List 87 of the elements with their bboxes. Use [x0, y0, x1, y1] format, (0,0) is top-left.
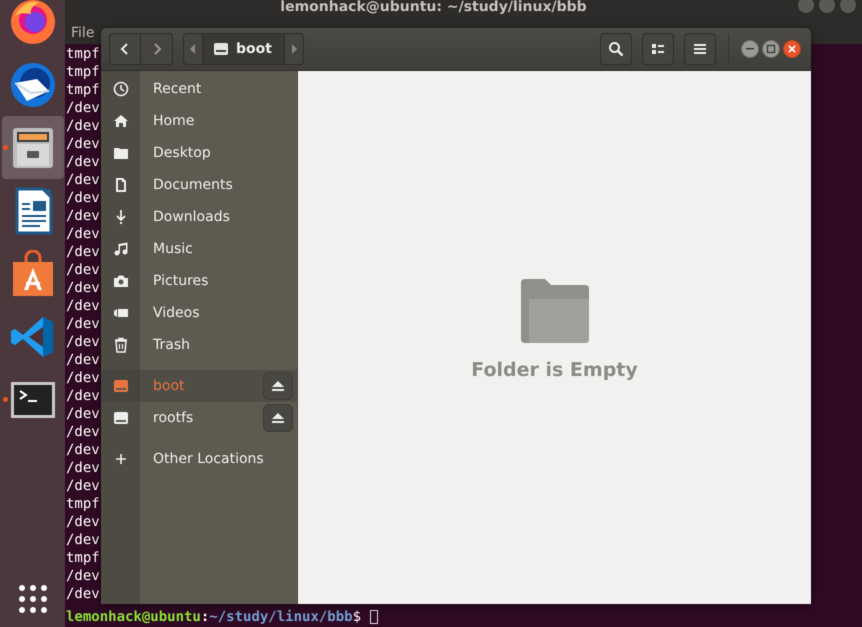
close-icon	[787, 44, 797, 54]
terminal-line: tmpf	[66, 63, 100, 81]
terminal-line: /dev	[66, 333, 100, 351]
triangle-left-icon	[189, 43, 197, 55]
camera-icon	[112, 273, 128, 289]
sidebar-item[interactable]: Other Locations	[101, 443, 297, 475]
terminal-line: /dev	[66, 261, 100, 279]
sidebar-item[interactable]: Music	[101, 233, 297, 265]
eject-icon	[271, 412, 285, 424]
prompt-symbol: $	[352, 608, 362, 626]
sidebar-item[interactable]: Downloads	[101, 201, 297, 233]
terminal-line: /dev	[66, 279, 100, 297]
maximize-button[interactable]	[762, 40, 780, 58]
eject-button[interactable]	[263, 404, 293, 432]
terminal-line: /dev	[66, 567, 100, 585]
window-title: lemonhack@ubuntu: ~/study/linux/bbb	[280, 0, 587, 14]
search-icon	[608, 41, 624, 57]
folder-icon	[112, 145, 128, 161]
drive-icon	[112, 410, 128, 426]
prompt-user: lemonhack@ubuntu	[66, 608, 201, 626]
terminal-line: /dev	[66, 243, 100, 261]
terminal-line: /dev	[66, 153, 100, 171]
terminal-line: /dev	[66, 207, 100, 225]
terminal-line: /dev	[66, 477, 100, 495]
path-button[interactable]: boot	[203, 33, 284, 65]
sidebar-item[interactable]: Videos	[101, 297, 297, 329]
terminal-line: /dev	[66, 387, 100, 405]
terminal-line: /dev	[66, 171, 100, 189]
terminal-line: tmpf	[66, 81, 100, 99]
terminal-line: tmpf	[66, 45, 100, 63]
sidebar-item[interactable]: Recent	[101, 73, 297, 105]
folder-icon	[518, 278, 590, 342]
menu-button[interactable]	[684, 33, 716, 65]
menu-icon	[693, 43, 707, 55]
search-button[interactable]	[600, 33, 632, 65]
sidebar-item[interactable]: Desktop	[101, 137, 297, 169]
trash-icon	[112, 337, 128, 353]
prompt-path: ~/study/linux/bbb	[209, 608, 353, 626]
menu-item[interactable]: File	[71, 25, 94, 41]
terminal-line: /dev	[66, 225, 100, 243]
close-button[interactable]	[783, 40, 801, 58]
drive-icon	[112, 378, 128, 394]
view-options-button[interactable]	[642, 33, 674, 65]
music-note-icon	[112, 241, 128, 257]
terminal-line: /dev	[66, 135, 100, 153]
clock-icon	[112, 81, 128, 97]
running-indicator	[2, 397, 8, 402]
scroll-left-button[interactable]	[183, 33, 203, 65]
bird-envelope-icon[interactable]	[8, 60, 56, 108]
terminal-line: /dev	[66, 531, 100, 549]
triangle-right-icon	[290, 43, 298, 55]
terminal-line: /dev	[66, 405, 100, 423]
terminal-line: /dev	[66, 459, 100, 477]
eject-button[interactable]	[263, 372, 293, 400]
text-cursor	[370, 610, 378, 624]
sidebar-item[interactable]: Documents	[101, 169, 297, 201]
prompt-separator: :	[200, 608, 210, 626]
drive-icon	[213, 42, 229, 56]
terminal-line: /dev	[66, 369, 100, 387]
sidebar-item[interactable]: Trash	[101, 329, 297, 361]
scroll-right-button[interactable]	[284, 33, 304, 65]
terminal-line: /dev	[66, 99, 100, 117]
terminal-line: /dev	[66, 351, 100, 369]
terminal-line: /dev	[66, 315, 100, 333]
list-view-icon	[651, 43, 665, 55]
fox-globe-icon[interactable]	[8, 0, 56, 46]
sidebar-item[interactable]: Home	[101, 105, 297, 137]
terminal-line: /dev	[66, 585, 100, 603]
terminal-line: /dev	[66, 189, 100, 207]
terminal-line: /dev	[66, 441, 100, 459]
maximize-icon	[766, 44, 776, 54]
running-indicator	[2, 145, 8, 150]
back-button[interactable]	[109, 33, 141, 65]
terminal-line: tmpf	[66, 495, 100, 513]
terminal-line: tmpf	[66, 549, 100, 567]
terminal-line: /dev	[66, 117, 100, 135]
terminal-line: /dev	[66, 513, 100, 531]
eject-icon	[271, 380, 285, 392]
sidebar-item[interactable]: rootfs	[101, 402, 297, 434]
sidebar-item[interactable]: Pictures	[101, 265, 297, 297]
empty-folder-message: Folder is Empty	[471, 358, 638, 380]
minimize-button[interactable]	[741, 40, 759, 58]
terminal-line: /dev	[66, 423, 100, 441]
home-icon	[112, 113, 128, 129]
app-grid-icon[interactable]	[16, 583, 48, 615]
terminal-line: /dev	[66, 297, 100, 315]
forward-button[interactable]	[141, 33, 173, 65]
